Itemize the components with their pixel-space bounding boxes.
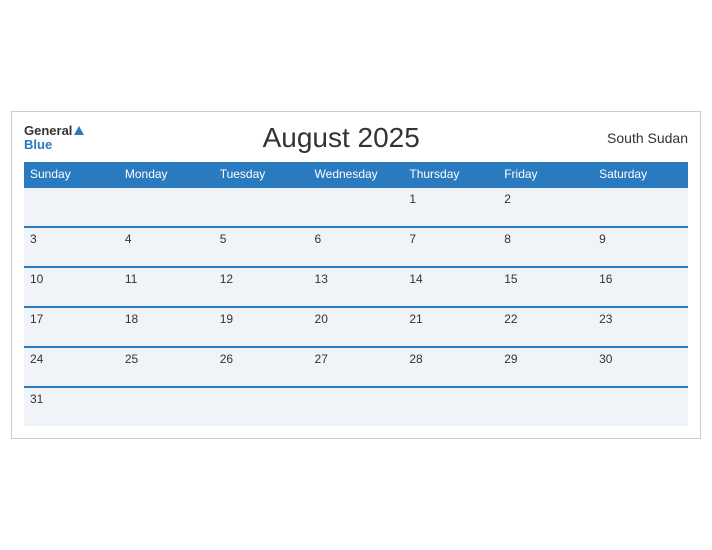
day-number: 30 [599, 352, 612, 366]
calendar-day: 4 [119, 227, 214, 267]
calendar-day: 6 [309, 227, 404, 267]
day-number: 15 [504, 272, 517, 286]
calendar-day: 21 [403, 307, 498, 347]
calendar-day: 10 [24, 267, 119, 307]
day-number: 19 [220, 312, 233, 326]
weekday-header-row: Sunday Monday Tuesday Wednesday Thursday… [24, 162, 688, 187]
day-number: 27 [315, 352, 328, 366]
day-number: 12 [220, 272, 233, 286]
calendar-day [24, 187, 119, 227]
calendar-day: 5 [214, 227, 309, 267]
calendar-day [214, 187, 309, 227]
calendar-day [214, 387, 309, 426]
calendar-day: 30 [593, 347, 688, 387]
day-number: 17 [30, 312, 43, 326]
calendar-day: 14 [403, 267, 498, 307]
logo-triangle-icon [74, 126, 84, 135]
calendar-day: 25 [119, 347, 214, 387]
calendar-week-row: 3 4 5 6 7 8 9 [24, 227, 688, 267]
day-number: 4 [125, 232, 132, 246]
calendar-day: 7 [403, 227, 498, 267]
calendar-table: Sunday Monday Tuesday Wednesday Thursday… [24, 162, 688, 426]
day-number: 2 [504, 192, 511, 206]
calendar-day: 12 [214, 267, 309, 307]
calendar-day: 1 [403, 187, 498, 227]
calendar-day: 15 [498, 267, 593, 307]
header-saturday: Saturday [593, 162, 688, 187]
day-number: 8 [504, 232, 511, 246]
day-number: 22 [504, 312, 517, 326]
calendar-day: 9 [593, 227, 688, 267]
calendar-day: 26 [214, 347, 309, 387]
day-number: 10 [30, 272, 43, 286]
logo-blue-text: Blue [24, 138, 52, 152]
calendar-day: 3 [24, 227, 119, 267]
calendar-day: 24 [24, 347, 119, 387]
calendar-day [119, 387, 214, 426]
day-number: 16 [599, 272, 612, 286]
day-number: 9 [599, 232, 606, 246]
calendar-day: 29 [498, 347, 593, 387]
day-number: 31 [30, 392, 43, 406]
logo: General Blue [24, 124, 84, 153]
calendar-day: 2 [498, 187, 593, 227]
calendar-week-row: 24 25 26 27 28 29 30 [24, 347, 688, 387]
header-wednesday: Wednesday [309, 162, 404, 187]
calendar-day [309, 387, 404, 426]
day-number: 6 [315, 232, 322, 246]
calendar-day [403, 387, 498, 426]
calendar: General Blue August 2025 South Sudan Sun… [11, 111, 701, 439]
calendar-day: 27 [309, 347, 404, 387]
day-number: 25 [125, 352, 138, 366]
calendar-day: 17 [24, 307, 119, 347]
calendar-day: 11 [119, 267, 214, 307]
day-number: 5 [220, 232, 227, 246]
calendar-day: 23 [593, 307, 688, 347]
calendar-day: 28 [403, 347, 498, 387]
calendar-week-row: 17 18 19 20 21 22 23 [24, 307, 688, 347]
day-number: 23 [599, 312, 612, 326]
day-number: 28 [409, 352, 422, 366]
calendar-header: General Blue August 2025 South Sudan [24, 122, 688, 154]
day-number: 21 [409, 312, 422, 326]
day-number: 1 [409, 192, 416, 206]
calendar-day: 18 [119, 307, 214, 347]
header-friday: Friday [498, 162, 593, 187]
calendar-day [498, 387, 593, 426]
calendar-day [593, 187, 688, 227]
logo-general-text: General [24, 124, 84, 138]
calendar-day: 16 [593, 267, 688, 307]
calendar-week-row: 10 11 12 13 14 15 16 [24, 267, 688, 307]
calendar-day: 8 [498, 227, 593, 267]
day-number: 14 [409, 272, 422, 286]
calendar-day: 13 [309, 267, 404, 307]
header-tuesday: Tuesday [214, 162, 309, 187]
calendar-day: 19 [214, 307, 309, 347]
header-sunday: Sunday [24, 162, 119, 187]
calendar-day: 20 [309, 307, 404, 347]
header-thursday: Thursday [403, 162, 498, 187]
day-number: 11 [125, 272, 137, 286]
calendar-week-row: 31 [24, 387, 688, 426]
calendar-title: August 2025 [84, 122, 598, 154]
day-number: 18 [125, 312, 138, 326]
calendar-week-row: 12 [24, 187, 688, 227]
day-number: 24 [30, 352, 43, 366]
day-number: 26 [220, 352, 233, 366]
calendar-day [593, 387, 688, 426]
calendar-day [309, 187, 404, 227]
calendar-day: 31 [24, 387, 119, 426]
day-number: 3 [30, 232, 37, 246]
calendar-day [119, 187, 214, 227]
header-monday: Monday [119, 162, 214, 187]
calendar-day: 22 [498, 307, 593, 347]
day-number: 13 [315, 272, 328, 286]
day-number: 7 [409, 232, 416, 246]
country-name: South Sudan [598, 130, 688, 146]
day-number: 20 [315, 312, 328, 326]
day-number: 29 [504, 352, 517, 366]
